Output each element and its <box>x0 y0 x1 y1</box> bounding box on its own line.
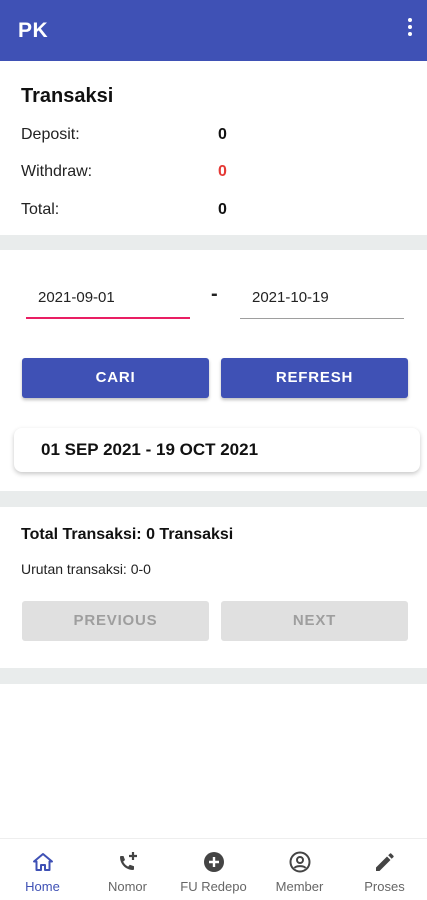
more-vert-icon[interactable] <box>405 18 415 40</box>
withdraw-value: 0 <box>218 163 227 180</box>
phone-add-icon <box>119 852 137 870</box>
section-divider <box>0 668 427 684</box>
deposit-value: 0 <box>218 126 227 143</box>
refresh-button[interactable]: REFRESH <box>221 358 408 398</box>
bottom-navigation: Home Nomor FU Redepo Member Proses <box>0 838 427 900</box>
app-bar: PK <box>0 0 427 61</box>
date-from-field[interactable]: 2021-09-01 <box>26 279 190 319</box>
deposit-label: Deposit: <box>21 126 80 143</box>
date-from-underline <box>26 317 190 319</box>
date-to-field[interactable]: 2021-10-19 <box>240 279 404 319</box>
edit-pencil-icon <box>375 853 394 871</box>
add-circle-icon <box>203 852 224 872</box>
date-range-text: 01 SEP 2021 - 19 OCT 2021 <box>41 440 259 459</box>
total-transactions: Total Transaksi: 0 Transaksi <box>21 526 234 543</box>
transaction-order: Urutan transaksi: 0-0 <box>21 561 151 577</box>
date-range-card: 01 SEP 2021 - 19 OCT 2021 <box>14 428 420 472</box>
home-icon <box>32 853 53 871</box>
nav-member[interactable]: Member <box>257 839 342 900</box>
date-to-underline <box>240 318 404 319</box>
section-divider <box>0 491 427 507</box>
previous-button[interactable]: PREVIOUS <box>22 601 209 641</box>
total-label: Total: <box>21 201 60 218</box>
transaction-summary: Transaksi Deposit: 0 Withdraw: 0 Total: … <box>0 61 427 235</box>
withdraw-label: Withdraw: <box>21 163 93 180</box>
nav-nomor[interactable]: Nomor <box>85 839 170 900</box>
nav-fu-redepo[interactable]: FU Redepo <box>171 839 256 900</box>
nav-nomor-label: Nomor <box>107 879 147 894</box>
app-title: PK <box>18 19 49 42</box>
total-value: 0 <box>218 201 227 218</box>
next-button[interactable]: NEXT <box>221 601 408 641</box>
nav-member-label: Member <box>275 879 324 894</box>
date-to-value: 2021-10-19 <box>252 289 329 306</box>
nav-home[interactable]: Home <box>0 839 85 900</box>
nav-proses[interactable]: Proses <box>342 839 427 900</box>
date-from-value: 2021-09-01 <box>38 289 115 306</box>
nav-home-label: Home <box>25 879 60 894</box>
search-button[interactable]: CARI <box>22 358 209 398</box>
summary-title: Transaksi <box>21 85 114 107</box>
nav-proses-label: Proses <box>364 879 405 894</box>
nav-fu-redepo-label: FU Redepo <box>180 879 247 894</box>
section-divider <box>0 235 427 250</box>
account-circle-icon <box>289 851 310 873</box>
date-separator: - <box>211 283 218 305</box>
